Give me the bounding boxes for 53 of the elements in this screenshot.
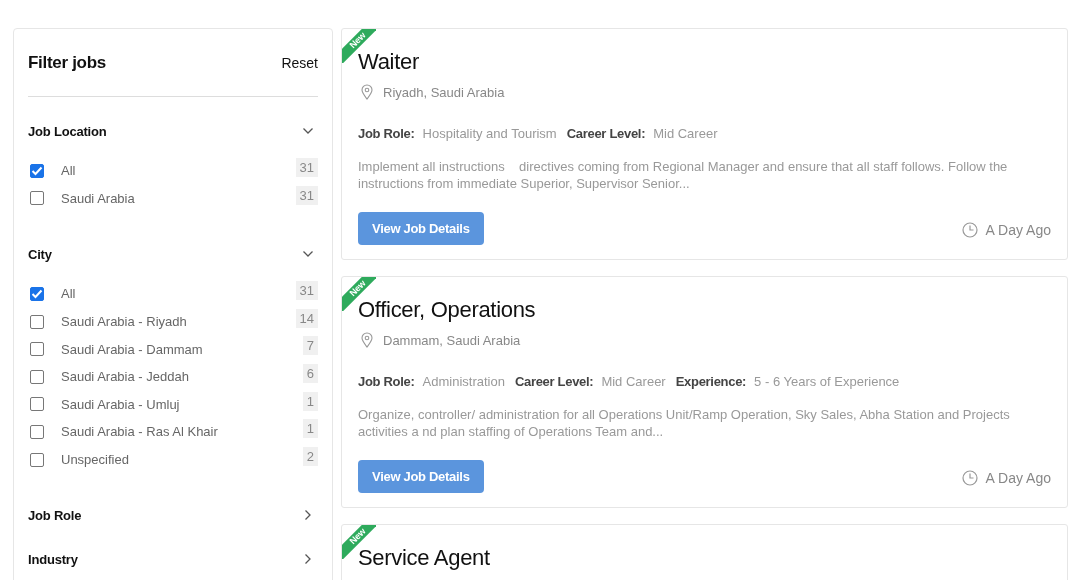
reset-link[interactable]: Reset (281, 54, 318, 71)
section-header[interactable]: City (28, 244, 318, 265)
meta-label: Job Role: (358, 126, 415, 141)
meta-label: Career Level: (514, 374, 594, 389)
option-label: Saudi Arabia - Umluj (61, 396, 181, 412)
checkbox[interactable] (30, 342, 44, 357)
count-badge: 1 (302, 419, 318, 439)
posted-time: A Day Ago (985, 469, 1051, 486)
count-badge: 14 (295, 308, 318, 328)
count-badge: 2 (302, 446, 318, 466)
count-badge: 7 (302, 336, 318, 356)
posted-time: A Day Ago (985, 221, 1051, 238)
job-location: Dammam, Saudi Arabia (383, 332, 521, 348)
job-description: Implement all instructions directives coming from Regional Manager and ensure that all staff follows. Follow the instructions from immediate Superior, Supervisor Senior... (358, 158, 1009, 192)
section-header[interactable]: Job Role (28, 505, 318, 526)
meta-value: Mid Career (653, 126, 718, 141)
checkbox[interactable] (30, 287, 44, 301)
option-label: Saudi Arabia - Dammam (61, 341, 204, 357)
clock-icon (961, 221, 978, 238)
count-badge: 31 (295, 158, 318, 177)
checkbox[interactable] (30, 369, 44, 384)
location-pin-icon (361, 84, 373, 100)
clock-icon (961, 469, 978, 486)
option-label: All (61, 163, 77, 179)
count-badge: 6 (302, 363, 318, 383)
option-label: Unspecified (61, 452, 130, 468)
location-pin-icon (361, 332, 373, 348)
option-label: All (61, 286, 77, 302)
meta-value: Administration (422, 374, 505, 389)
meta-label: Career Level: (566, 126, 646, 141)
count-badge: 31 (295, 281, 318, 301)
option-label: Saudi Arabia - Ras Al Khair (61, 424, 219, 440)
section-header[interactable]: Job Location (28, 121, 318, 141)
option-label: Saudi Arabia - Jeddah (61, 369, 190, 385)
checkbox[interactable] (30, 452, 44, 467)
meta-value: Mid Career (601, 374, 666, 389)
count-badge: 31 (295, 185, 318, 205)
meta-label: Job Role: (358, 374, 415, 389)
option-label: Saudi Arabia (61, 190, 136, 206)
meta-value: Hospitality and Tourism (422, 126, 557, 141)
count-badge: 1 (302, 391, 318, 411)
job-location: Riyadh, Saudi Arabia (383, 84, 505, 100)
checkbox[interactable] (30, 397, 44, 412)
checkbox[interactable] (30, 314, 44, 329)
checkbox[interactable] (30, 191, 44, 206)
meta-label: Experience: (675, 374, 747, 389)
panel-title: Filter jobs (28, 52, 106, 73)
checkbox[interactable] (30, 424, 44, 439)
checkbox[interactable] (30, 163, 44, 178)
meta-value: 5 - 6 Years of Experience (754, 374, 900, 389)
option-label: Saudi Arabia - Riyadh (61, 314, 188, 330)
job-description: Organize, controller/ administration for all Operations Unit/Ramp Operation, Sky Sales, Abha Station and Projects activities a nd plan staffing of Operations Team and... (358, 406, 1011, 440)
section-header[interactable]: Industry (28, 549, 318, 570)
